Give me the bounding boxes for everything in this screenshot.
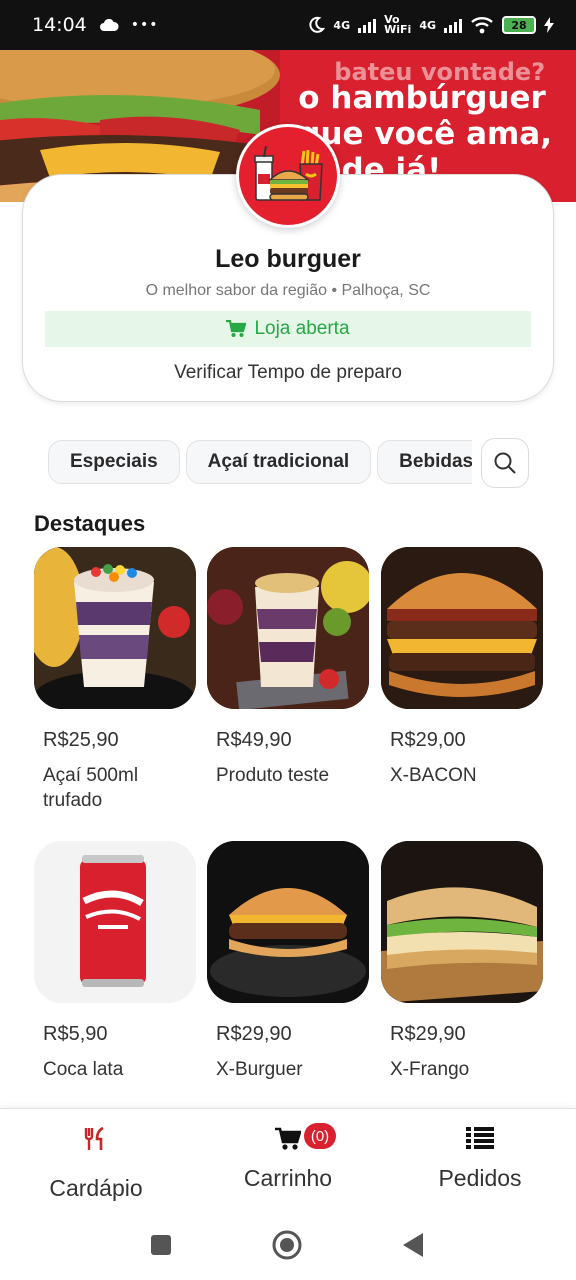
utensils-icon [84,1127,104,1150]
search-icon [494,452,516,474]
product-card[interactable]: R$49,90 Produto teste [207,547,369,788]
product-name: Coca lata [43,1059,124,1080]
tab-especiais[interactable]: Especiais [48,440,180,484]
product-name: X-Burguer [216,1059,303,1080]
battery-icon: 28 [502,16,536,34]
moon-icon [309,16,326,33]
signal-icon-2 [444,17,462,33]
back-icon[interactable] [401,1232,425,1258]
product-name: Produto teste [216,765,330,786]
recent-apps-icon[interactable] [150,1234,172,1256]
product-card[interactable]: R$5,90 Coca lata [34,841,196,1082]
vowifi-label: Vo WiFi [384,13,412,36]
burger-combo-logo [254,146,323,201]
tab-acai-tradicional[interactable]: Açaí tradicional [185,440,372,484]
product-name: X-Frango [390,1059,470,1080]
product-image [381,841,543,1003]
cart-icon [275,1127,301,1150]
charging-icon [544,17,554,33]
nav-label-cardapio: Cardápio [49,1175,143,1201]
search-button[interactable] [481,438,529,488]
product-name: Açaí 500ml trufado [43,765,139,811]
store-status-badge: Loja aberta [45,311,531,347]
wifi-icon [471,17,493,34]
tab-bebidas[interactable]: Bebidas [377,440,472,484]
product-price: R$29,00 [390,729,466,751]
clock: 14:04 [32,14,87,36]
product-image [207,841,369,1003]
product-image [34,841,196,1003]
category-tabs: Especiais Açaí tradicional Bebidas [48,440,472,486]
system-navigation-bar [0,1214,576,1280]
cart-icon [226,320,247,337]
signal-icon [358,17,377,33]
cloud-icon [99,18,119,31]
status-bar: 14:04 ••• 4G Vo WiFi 4G 28 [0,0,576,50]
product-card[interactable]: R$29,00 X-BACON [381,547,543,788]
nav-item-carrinho[interactable]: (0) Carrinho [192,1109,384,1215]
bottom-navigation: Cardápio (0) Carrinho Pedidos [0,1108,576,1214]
product-card[interactable]: R$25,90 Açaí 500ml trufado [34,547,196,813]
product-card[interactable]: R$29,90 X-Frango [381,841,543,1082]
store-subtitle: O melhor sabor da região • Palhoça, SC [145,282,431,299]
product-price: R$29,90 [216,1023,292,1045]
product-image [34,547,196,709]
product-card[interactable]: R$29,90 X-Burguer [207,841,369,1082]
nav-label-carrinho: Carrinho [243,1165,333,1191]
cart-count-badge: (0) [304,1123,336,1149]
more-indicator: ••• [130,17,159,33]
product-price: R$29,90 [390,1023,466,1045]
product-image [207,547,369,709]
store-name: Leo burguer [215,245,361,273]
product-name: X-BACON [390,765,477,786]
nav-item-cardapio[interactable]: Cardápio [0,1109,192,1215]
section-title: Destaques [34,511,146,536]
home-icon[interactable] [272,1230,302,1260]
product-price: R$49,90 [216,729,292,751]
product-price: R$25,90 [43,729,119,751]
nav-label-pedidos: Pedidos [438,1165,522,1191]
store-logo [236,124,340,228]
prep-time-link[interactable]: Verificar Tempo de preparo [23,362,553,384]
network-4g-label: 4G [333,18,351,32]
product-price: R$5,90 [43,1023,108,1045]
product-image [381,547,543,709]
nav-item-pedidos[interactable]: Pedidos [384,1109,576,1215]
network-4g-label-2: 4G [419,18,436,32]
list-icon [466,1127,494,1149]
